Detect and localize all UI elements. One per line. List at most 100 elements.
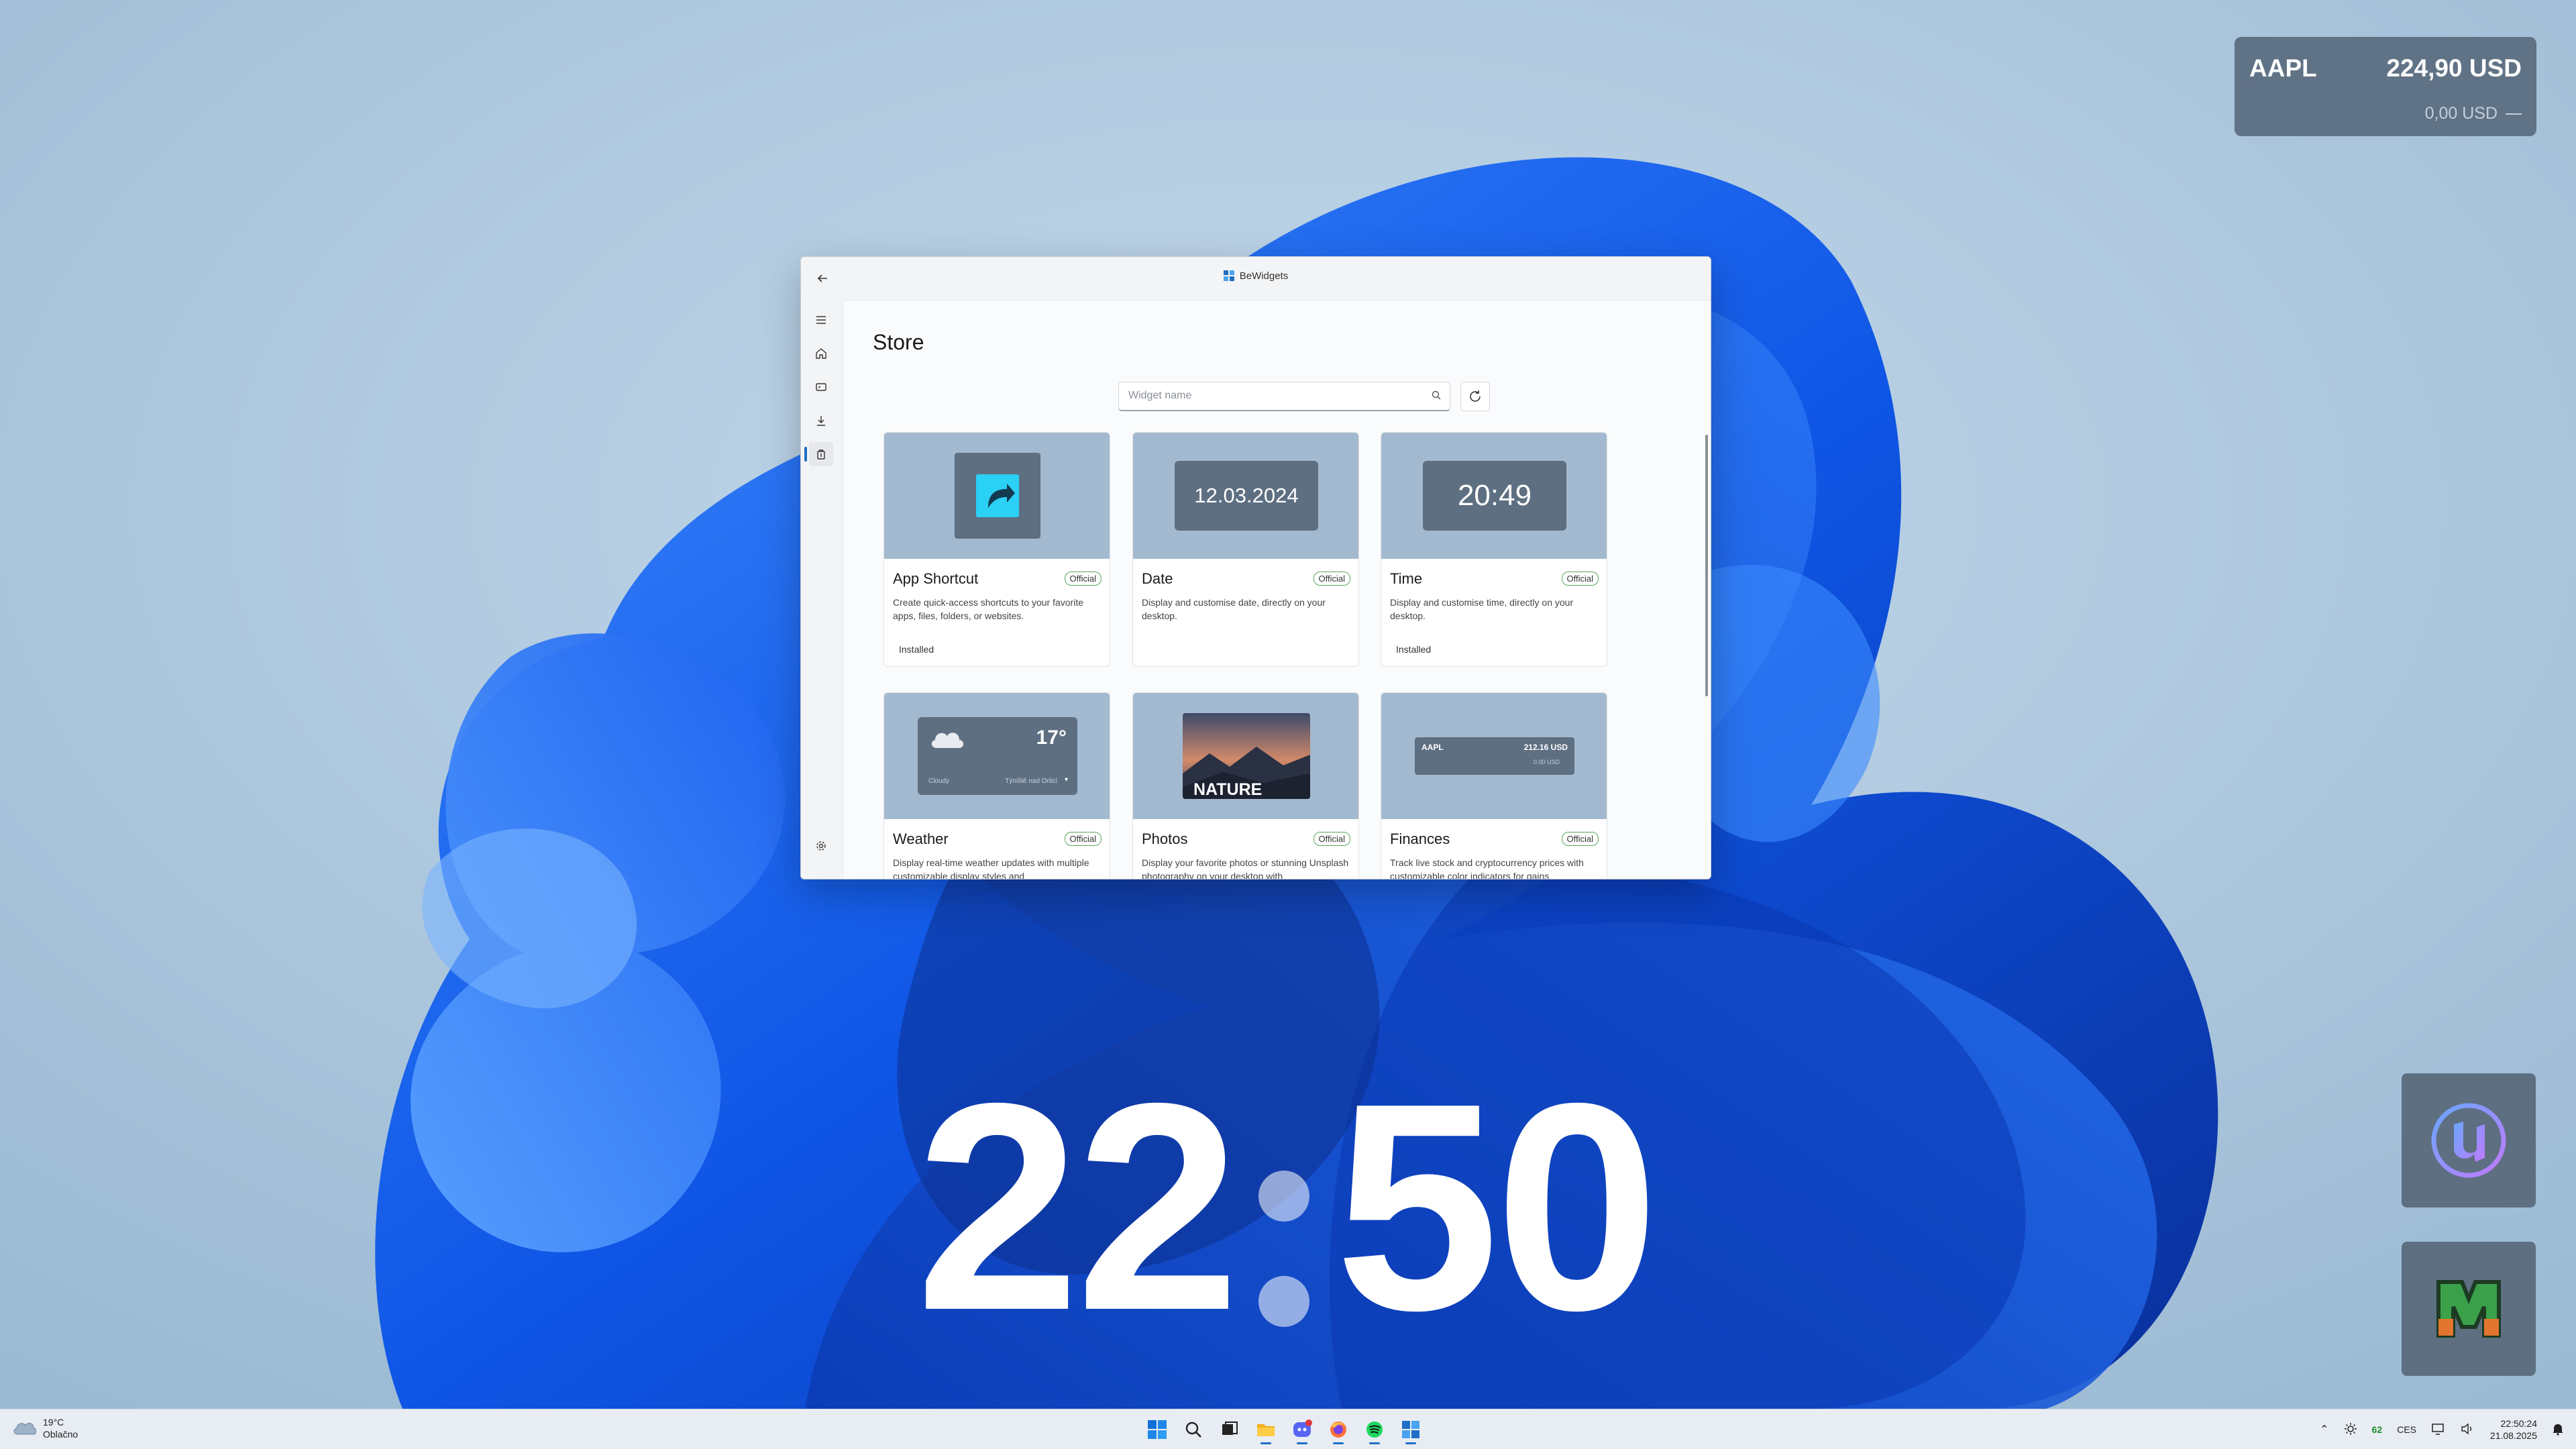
- card-title: Finances: [1390, 830, 1450, 847]
- preview-location: Týniště nad Orlicí: [1005, 777, 1057, 785]
- widget-card-time[interactable]: 20:49 Time Official Display and customis…: [1381, 432, 1607, 667]
- preview-time-text: 20:49: [1457, 479, 1532, 512]
- home-icon: [816, 348, 826, 359]
- bewidgets-icon: [1402, 1421, 1419, 1438]
- shortcut-arrow-icon: [976, 474, 1019, 517]
- nav-active-indicator: [804, 447, 807, 462]
- window-title: BeWidgets: [801, 270, 1711, 284]
- preview-stock-change: 0.00 USD: [1533, 759, 1560, 765]
- volume-icon[interactable]: [2461, 1422, 2475, 1438]
- app-title: BeWidgets: [1239, 270, 1289, 282]
- system-tray: ⌃ 62 CES 22:50:24 21.08.2025: [2320, 1416, 2564, 1443]
- brightness-icon[interactable]: [2344, 1422, 2357, 1438]
- taskbar: 19°C Oblačno ⌃ 62 CES 22:50:24 21.08.202…: [0, 1409, 2576, 1449]
- minecraft-launcher-icon: [2436, 1280, 2501, 1338]
- widget-card-date[interactable]: 12.03.2024 Date Official Display and cus…: [1132, 432, 1359, 667]
- search-icon: [1185, 1421, 1201, 1438]
- stock-symbol: AAPL: [2249, 54, 2317, 82]
- store-page: Store App Shortcut Official: [843, 300, 1711, 879]
- widgets-icon: [816, 383, 826, 391]
- nav-widgets[interactable]: [809, 375, 833, 399]
- location-pin-icon: ▾: [1064, 776, 1068, 784]
- task-view-icon: [1222, 1421, 1238, 1435]
- widget-card-app-shortcut[interactable]: App Shortcut Official Create quick-acces…: [883, 432, 1110, 667]
- taskbar-file-explorer[interactable]: [1252, 1416, 1279, 1444]
- bewidgets-logo-icon: [1223, 270, 1234, 284]
- preview-date-text: 12.03.2024: [1194, 484, 1299, 507]
- page-title: Store: [873, 330, 924, 354]
- taskbar-task-view[interactable]: [1216, 1416, 1243, 1443]
- firefox-icon: [1330, 1421, 1346, 1438]
- nav-settings[interactable]: [809, 834, 833, 858]
- card-preview: 20:49: [1381, 433, 1607, 559]
- menu-icon: [816, 316, 826, 324]
- taskbar-time: 22:50:24: [2500, 1418, 2538, 1429]
- preview-photo-label: NATURE: [1193, 780, 1263, 799]
- shortcut-unreal-engine[interactable]: [2402, 1073, 2536, 1208]
- nav-downloads[interactable]: [809, 409, 833, 433]
- official-badge: Official: [1064, 832, 1102, 846]
- bewidgets-window: BeWidgets Store Widget name App Shortcut…: [800, 256, 1711, 879]
- clock-minutes: 50: [1335, 1042, 1659, 1372]
- card-title: Weather: [893, 830, 949, 847]
- card-title: App Shortcut: [893, 570, 979, 587]
- taskbar-search[interactable]: [1180, 1416, 1207, 1443]
- cloud-icon: [13, 1423, 36, 1435]
- nav-menu-button[interactable]: [809, 308, 833, 332]
- preview-stock-price: 212.16 USD: [1523, 743, 1568, 752]
- refresh-icon: [1470, 390, 1481, 402]
- taskbar-bewidgets[interactable]: [1397, 1416, 1424, 1444]
- chevron-up-icon[interactable]: ⌃: [2320, 1423, 2328, 1436]
- network-icon[interactable]: [2431, 1422, 2446, 1438]
- card-description: Create quick-access shortcuts to your fa…: [893, 597, 1084, 621]
- clock-separator-dot: [1258, 1276, 1309, 1327]
- official-badge: Official: [1064, 572, 1102, 586]
- card-description: Display and customise time, directly on …: [1390, 597, 1574, 621]
- card-preview: NATURE: [1133, 693, 1358, 819]
- widget-card-finances[interactable]: AAPL 212.16 USD 0.00 USD Finances Offici…: [1381, 692, 1607, 879]
- language-indicator[interactable]: CES: [2397, 1424, 2416, 1435]
- widget-card-weather[interactable]: 17° Cloudy Týniště nad Orlicí ▾ Weather …: [883, 692, 1110, 879]
- search-icon[interactable]: [1431, 390, 1442, 404]
- clock-separator-dot: [1258, 1171, 1309, 1222]
- installed-status: Installed: [1396, 644, 1432, 655]
- preview-temperature: 17°: [1036, 727, 1067, 749]
- weather-temperature: 19°C: [43, 1417, 64, 1428]
- navigation-rail: [801, 300, 841, 879]
- card-preview: 12.03.2024: [1133, 433, 1358, 559]
- official-badge: Official: [1561, 572, 1599, 586]
- gear-icon: [816, 841, 826, 851]
- widget-card-photos[interactable]: NATURE Photos Official Display your favo…: [1132, 692, 1359, 879]
- stock-widget[interactable]: AAPL 224,90 USD 0,00 USD: [2235, 37, 2536, 136]
- stock-trend-flat-indicator: [2506, 113, 2522, 115]
- card-preview: AAPL 212.16 USD 0.00 USD: [1381, 693, 1607, 819]
- preview-stock-symbol: AAPL: [1421, 743, 1444, 752]
- unreal-engine-icon: [2431, 1103, 2506, 1178]
- taskbar-weather[interactable]: 19°C Oblačno: [12, 1416, 78, 1440]
- clock-hours: 22: [916, 1042, 1240, 1372]
- taskbar-discord[interactable]: [1289, 1416, 1316, 1444]
- download-icon: [817, 416, 825, 426]
- stock-change: 0,00 USD: [2424, 104, 2498, 123]
- nav-home[interactable]: [809, 341, 833, 366]
- taskbar-firefox[interactable]: [1325, 1416, 1352, 1444]
- taskbar-date: 21.08.2025: [2489, 1430, 2537, 1441]
- card-description: Display and customise date, directly on …: [1142, 597, 1326, 621]
- scrollbar[interactable]: [1705, 435, 1708, 696]
- preview-condition: Cloudy: [928, 777, 950, 785]
- taskbar-clock[interactable]: 22:50:24 21.08.2025: [2490, 1417, 2537, 1442]
- refresh-button[interactable]: [1460, 382, 1490, 411]
- search-input[interactable]: [1128, 382, 1424, 409]
- card-description: Display your favorite photos or stunning…: [1142, 857, 1349, 879]
- clock-widget[interactable]: 22 50: [892, 1060, 1697, 1355]
- taskbar-spotify[interactable]: [1361, 1416, 1388, 1444]
- taskbar-start[interactable]: [1144, 1416, 1171, 1443]
- search-box[interactable]: [1118, 382, 1450, 411]
- shortcut-minecraft-launcher[interactable]: [2402, 1242, 2536, 1376]
- card-description: Track live stock and cryptocurrency pric…: [1390, 857, 1584, 879]
- nav-store[interactable]: [809, 442, 833, 466]
- window-titlebar[interactable]: BeWidgets: [801, 257, 1711, 300]
- notification-bell-icon[interactable]: [2552, 1422, 2564, 1438]
- taskbar-apps: [1144, 1416, 1424, 1444]
- cloud-icon: [931, 733, 963, 748]
